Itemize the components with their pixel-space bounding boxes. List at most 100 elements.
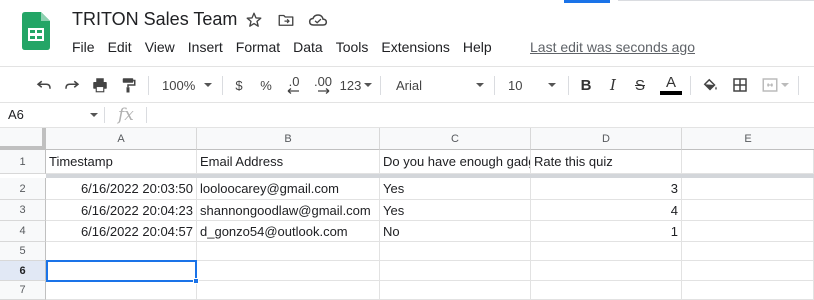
more-formats-button[interactable]: 123 [339,67,373,103]
formula-bar: A6 fx [0,103,814,128]
menu-insert[interactable]: Insert [188,39,223,55]
last-edit-link[interactable]: Last edit was seconds ago [530,39,695,55]
borders-icon[interactable] [728,67,752,103]
select-all-corner[interactable] [0,128,46,150]
undo-icon[interactable] [32,67,56,103]
column-header-c[interactable]: C [380,128,531,150]
cell[interactable] [380,281,531,300]
row-header-2[interactable]: 2 [0,178,46,200]
more-formats-label: 123 [339,77,362,93]
chevron-down-icon [548,83,556,87]
percent-format-button[interactable]: % [256,67,276,103]
data-cell-rating[interactable]: 4 [531,200,682,221]
data-cell-email[interactable]: shannongoodlaw@gmail.com [197,200,380,221]
menu-edit[interactable]: Edit [108,39,132,55]
row-header-5[interactable]: 5 [0,242,46,261]
sheets-logo-icon[interactable] [22,12,50,50]
menu-view[interactable]: View [145,39,175,55]
column-header-d[interactable]: D [531,128,682,150]
row-header-7[interactable]: 7 [0,281,46,300]
row-header-3[interactable]: 3 [0,200,46,221]
cell[interactable] [531,261,682,281]
paint-format-icon[interactable] [116,67,140,103]
data-cell-timestamp[interactable]: 6/16/2022 20:04:57 [46,221,197,242]
chevron-down-icon [364,83,373,87]
header-edge [618,0,814,1]
currency-format-button[interactable]: $ [230,67,248,103]
menu-extensions[interactable]: Extensions [381,39,449,55]
move-to-folder-icon[interactable] [276,10,296,30]
increase-decimal-button[interactable]: .00 [310,67,336,103]
header-cell-timestamp[interactable]: Timestamp [46,150,197,174]
column-header-b[interactable]: B [197,128,380,150]
data-cell-answer[interactable]: Yes [380,200,531,221]
cell[interactable] [531,242,682,261]
print-icon[interactable] [88,67,112,103]
cell[interactable] [682,242,814,261]
column-header-e[interactable]: E [682,128,814,150]
cell[interactable] [380,261,531,281]
font-size-select[interactable]: 10 [504,67,560,103]
font-size-value: 10 [508,77,523,93]
cell[interactable] [531,281,682,300]
font-family-value: Arial [396,77,423,93]
cell[interactable] [682,261,814,281]
menu-data[interactable]: Data [293,39,323,55]
zoom-value: 100% [162,77,196,93]
cell[interactable] [682,221,814,242]
spreadsheet-grid: A B C D E 1 2 3 4 5 6 7 Timestamp Email … [0,128,814,300]
data-cell-timestamp[interactable]: 6/16/2022 20:03:50 [46,178,197,200]
header-cell-rating[interactable]: Rate this quiz [531,150,682,174]
row-header-4[interactable]: 4 [0,221,46,242]
cell[interactable] [682,150,814,174]
fill-handle[interactable] [193,278,199,284]
cell[interactable] [380,242,531,261]
text-color-button[interactable]: A [659,67,683,103]
star-icon[interactable] [244,10,264,30]
menu-bar: File Edit View Insert Format Data Tools … [72,39,505,55]
menu-tools[interactable]: Tools [336,39,369,55]
name-box[interactable]: A6 [0,103,104,127]
cell[interactable] [46,281,197,300]
font-family-select[interactable]: Arial [392,67,488,103]
strikethrough-button[interactable]: S [630,67,650,103]
cell[interactable] [197,261,380,281]
data-cell-email[interactable]: looloocarey@gmail.com [197,178,380,200]
cell[interactable] [682,281,814,300]
cell[interactable] [682,200,814,221]
redo-icon[interactable] [60,67,84,103]
decrease-decimal-button[interactable]: .0 [283,67,305,103]
menu-file[interactable]: File [72,39,95,55]
row-header-6[interactable]: 6 [0,261,46,281]
italic-button[interactable]: I [603,67,623,103]
selected-cell-a6[interactable] [46,261,197,281]
increase-decimal-label: .00 [313,74,333,89]
header-cell-email[interactable]: Email Address [197,150,380,174]
cell[interactable] [682,178,814,200]
toolbar: 100% $ % .0 .00 123 Arial 10 B I S A [0,66,814,103]
app-header: TRITON Sales Team File Edit View Insert … [0,0,814,66]
header-cell-question[interactable]: Do you have enough gadgets for your [380,150,531,174]
data-cell-timestamp[interactable]: 6/16/2022 20:04:23 [46,200,197,221]
data-cell-rating[interactable]: 1 [531,221,682,242]
cell[interactable] [197,242,380,261]
data-cell-answer[interactable]: Yes [380,178,531,200]
share-button-edge[interactable] [564,0,610,3]
fill-color-icon[interactable] [698,67,722,103]
chevron-down-icon [781,83,789,87]
menu-help[interactable]: Help [463,39,492,55]
zoom-select[interactable]: 100% [158,67,216,103]
data-cell-rating[interactable]: 3 [531,178,682,200]
cloud-status-icon[interactable] [308,10,328,30]
bold-button[interactable]: B [576,67,596,103]
document-title[interactable]: TRITON Sales Team [72,9,237,30]
chevron-down-icon [476,83,484,87]
column-header-a[interactable]: A [46,128,197,150]
merge-cells-icon[interactable] [758,67,792,103]
cell[interactable] [46,242,197,261]
menu-format[interactable]: Format [236,39,280,55]
data-cell-answer[interactable]: No [380,221,531,242]
cell[interactable] [197,281,380,300]
row-header-1[interactable]: 1 [0,150,46,174]
data-cell-email[interactable]: d_gonzo54@outlook.com [197,221,380,242]
